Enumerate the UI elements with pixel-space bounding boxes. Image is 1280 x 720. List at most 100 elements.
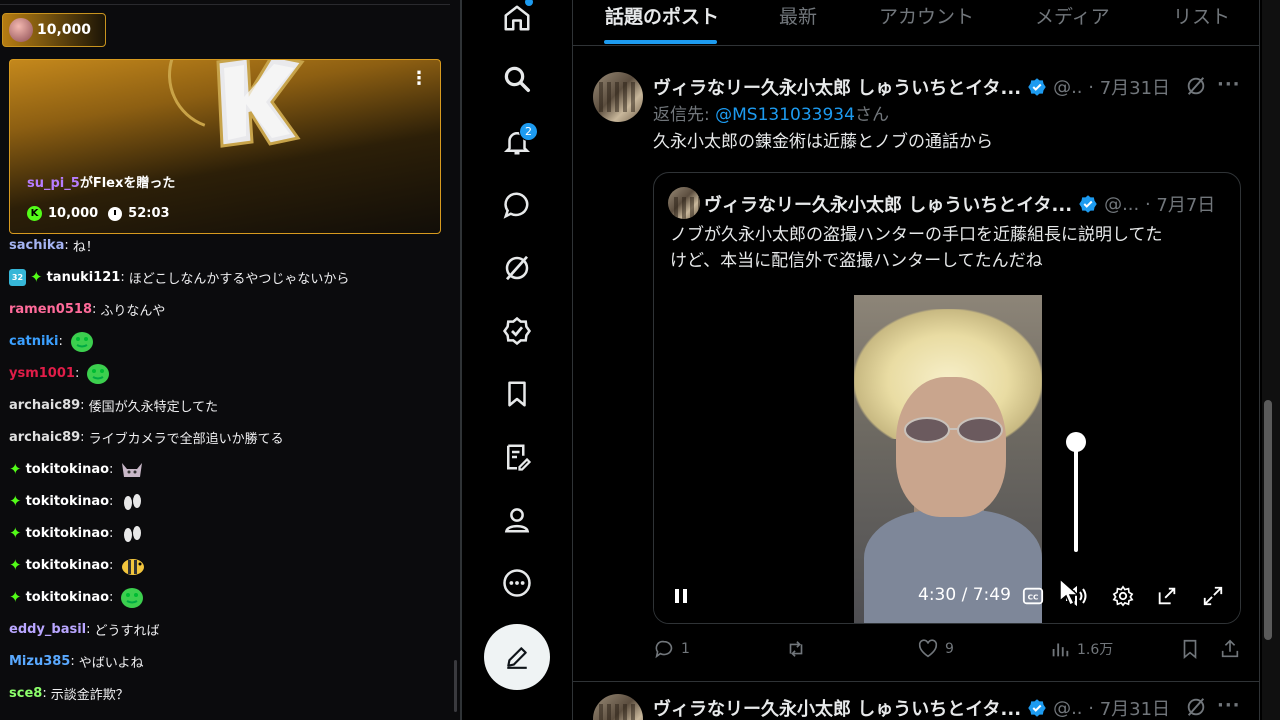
captions-button[interactable]: CC: [1020, 583, 1046, 609]
quote-author-name[interactable]: ヴィラなリー久永小太郎 しゅういちとイタ...: [704, 191, 1072, 217]
nav-notifications[interactable]: 2: [499, 122, 538, 160]
pause-button[interactable]: [670, 583, 692, 609]
tab-accounts[interactable]: アカウント: [879, 2, 974, 29]
post-author-handle[interactable]: @..: [1053, 77, 1082, 98]
video-player[interactable]: 4:30 / 7:49 CC: [654, 295, 1240, 623]
next-post-author-name[interactable]: ヴィラなリー久永小太郎 しゅういちとイタ...: [653, 695, 1021, 720]
quoted-post[interactable]: ヴィラなリー久永小太郎 しゅういちとイタ... @... · 7月7日 ノブが久…: [653, 172, 1241, 624]
chat-username[interactable]: tokitokinao: [26, 590, 109, 605]
nav-bookmarks[interactable]: [499, 376, 535, 412]
cat-emote-icon[interactable]: [119, 457, 145, 481]
tab-latest[interactable]: 最新: [779, 2, 817, 29]
quote-author-handle[interactable]: @...: [1104, 194, 1139, 215]
next-post-more-icon[interactable]: ···: [1217, 695, 1241, 716]
pinned-gift-pill[interactable]: 10,000: [2, 13, 106, 47]
views-button[interactable]: 1.6万: [1049, 638, 1113, 660]
chat-message: 32 ✦ tanuki121: ほどこしなんかするやつじゃないから: [9, 263, 349, 291]
retweet-button[interactable]: [785, 638, 813, 660]
green-blob-emote-icon[interactable]: [119, 585, 145, 609]
sparkle-badge-icon: ✦: [9, 491, 22, 510]
quote-author-avatar[interactable]: [668, 187, 700, 219]
share-button[interactable]: [1219, 638, 1241, 660]
chat-colon: :: [109, 525, 114, 541]
chat-username[interactable]: eddy_basil: [9, 622, 86, 637]
reply-button[interactable]: 1: [653, 638, 690, 660]
grok-icon[interactable]: [1185, 75, 1207, 97]
feet-emote-icon[interactable]: [119, 489, 145, 513]
volume-slider-knob[interactable]: [1066, 432, 1086, 452]
tab-lists[interactable]: リスト: [1173, 2, 1230, 29]
gift-menu-button[interactable]: ⋮: [410, 68, 428, 89]
reply-mention-link[interactable]: @MS131033934: [715, 105, 855, 125]
chat-colon: :: [74, 365, 80, 381]
next-post-date[interactable]: 7月31日: [1100, 695, 1170, 720]
bee-emote-icon[interactable]: [119, 553, 145, 577]
chat-username[interactable]: sachika: [9, 238, 64, 253]
nav-verified[interactable]: [499, 313, 535, 349]
nav-more[interactable]: [499, 565, 535, 601]
chat-message: archaic89: 倭国が久永特定してた: [9, 391, 218, 419]
chat-username[interactable]: archaic89: [9, 430, 80, 445]
nav-home[interactable]: [499, 0, 535, 36]
post-author-name[interactable]: ヴィラなリー久永小太郎 しゅういちとイタ...: [653, 74, 1021, 100]
chat-username[interactable]: tokitokinao: [26, 494, 109, 509]
chat-text: ふりなんや: [100, 303, 166, 319]
sparkle-badge-icon: ✦: [9, 459, 22, 478]
next-post-handle[interactable]: @..: [1053, 698, 1082, 719]
page-scrollbar[interactable]: [1264, 400, 1272, 640]
chat-username[interactable]: Mizu385: [9, 654, 70, 669]
tab-top[interactable]: 話題のポスト: [605, 2, 719, 29]
verified-icon: [502, 316, 532, 346]
chat-username[interactable]: tokitokinao: [26, 558, 109, 573]
green-blob-emote-icon[interactable]: [69, 329, 95, 353]
post-date[interactable]: 7月31日: [1100, 74, 1170, 100]
like-button[interactable]: 9: [917, 638, 954, 660]
clock-icon: [108, 206, 123, 221]
gift-action: がFlexを贈った: [79, 176, 176, 191]
chat-username[interactable]: ysm1001: [9, 366, 75, 381]
nav-search[interactable]: [499, 61, 535, 97]
heart-icon: [918, 639, 938, 658]
chat-message: ✦ tokitokinao:: [9, 487, 145, 515]
bookmark-button[interactable]: [1179, 638, 1201, 660]
like-count: 9: [945, 641, 954, 657]
next-post-avatar[interactable]: [593, 694, 643, 720]
chat-username[interactable]: sce8: [9, 686, 42, 701]
volume-slider-track[interactable]: [1074, 440, 1078, 552]
chat-colon: :: [64, 237, 69, 253]
feet-emote-icon[interactable]: [119, 521, 145, 545]
green-blob-emote-icon[interactable]: [85, 361, 111, 385]
settings-button[interactable]: [1110, 583, 1136, 609]
post-more-icon[interactable]: ···: [1217, 74, 1241, 95]
chat-text: ね！: [72, 239, 99, 255]
post-author-avatar[interactable]: [593, 72, 643, 122]
chat-text: ライブカメラで全部追いか勝てる: [88, 431, 284, 447]
chat-username[interactable]: tanuki121: [47, 270, 121, 285]
chat-text: 示談金詐欺？: [50, 687, 129, 703]
search-timeline: 話題のポスト 最新 アカウント メディア リスト ヴィラなリー久永小太郎 しゅう…: [572, 0, 1260, 720]
pip-button[interactable]: [1154, 583, 1180, 609]
compose-button[interactable]: [484, 624, 550, 690]
k-pendant-icon: [216, 60, 305, 148]
chat-scrollbar[interactable]: [454, 660, 457, 712]
tab-media[interactable]: メディア: [1035, 2, 1110, 29]
gift-username[interactable]: su_pi_5: [27, 176, 80, 191]
fullscreen-button[interactable]: [1200, 583, 1226, 609]
nav-profile[interactable]: [499, 502, 535, 538]
chat-text: ほどこしなんかするやつじゃないから: [128, 271, 350, 287]
quote-date[interactable]: 7月7日: [1156, 191, 1215, 217]
chat-message: sachika: ね！: [9, 231, 99, 259]
nav-grok[interactable]: [499, 250, 535, 286]
chat-message: ✦ tokitokinao:: [9, 583, 145, 611]
nav-lists[interactable]: [499, 439, 535, 475]
chat-username[interactable]: catniki: [9, 334, 59, 349]
grok-icon[interactable]: [1185, 696, 1207, 718]
chat-username[interactable]: tokitokinao: [26, 462, 109, 477]
chat-colon: :: [91, 301, 97, 317]
video-glasses: [904, 417, 1003, 443]
chat-username[interactable]: archaic89: [9, 398, 80, 413]
chat-top-divider: [0, 4, 450, 5]
chat-username[interactable]: tokitokinao: [26, 526, 109, 541]
nav-messages[interactable]: [499, 187, 535, 223]
chat-username[interactable]: ramen0518: [9, 302, 92, 317]
